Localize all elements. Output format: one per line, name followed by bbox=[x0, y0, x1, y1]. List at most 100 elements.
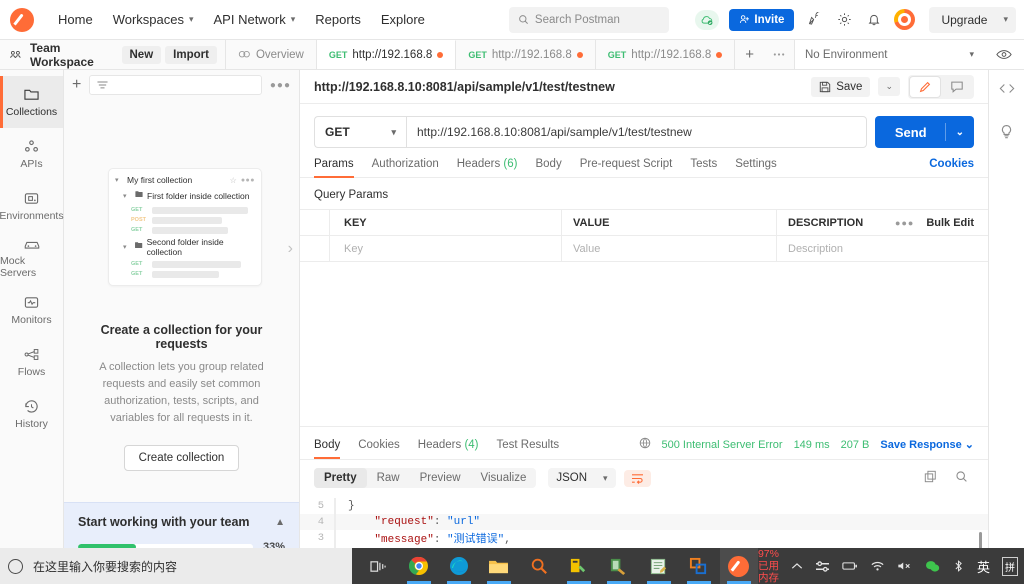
wrap-lines-icon[interactable] bbox=[624, 470, 651, 487]
tab-request-1[interactable]: GET http://192.168.8 bbox=[317, 40, 456, 69]
task-view-icon[interactable] bbox=[360, 548, 398, 584]
satellite-icon[interactable] bbox=[804, 10, 824, 30]
upgrade-button[interactable]: Upgrade ▾ bbox=[929, 7, 1016, 33]
pencil-icon[interactable] bbox=[910, 77, 940, 97]
save-response-button[interactable]: Save Response ⌄ bbox=[880, 438, 974, 451]
editor-icon[interactable] bbox=[560, 548, 598, 584]
comment-icon[interactable] bbox=[942, 77, 972, 97]
create-collection-button[interactable]: Create collection bbox=[124, 445, 240, 471]
tab-request-3[interactable]: GET http://192.168.8 bbox=[596, 40, 735, 69]
new-button[interactable]: New bbox=[122, 46, 162, 64]
environment-quick-look-button[interactable] bbox=[984, 40, 1024, 69]
tools-icon[interactable] bbox=[600, 548, 638, 584]
sidebar-item-collections[interactable]: Collections bbox=[0, 76, 63, 128]
volume-mute-icon[interactable] bbox=[897, 560, 913, 572]
response-tab-test-results[interactable]: Test Results bbox=[497, 439, 560, 458]
sidebar-item-mock-servers[interactable]: Mock Servers bbox=[0, 232, 63, 284]
taskbar-search-input[interactable]: 在这里输入你要搜索的内容 bbox=[0, 548, 352, 584]
wifi-icon[interactable] bbox=[870, 560, 885, 572]
value-input[interactable]: Value bbox=[562, 236, 777, 261]
chevron-up-icon[interactable] bbox=[791, 562, 803, 571]
http-method-select[interactable]: GET ▾ bbox=[314, 116, 406, 148]
cortana-circle-icon[interactable] bbox=[8, 559, 23, 574]
add-icon[interactable]: + bbox=[72, 77, 81, 93]
sidebar-item-monitors[interactable]: Monitors bbox=[0, 284, 63, 336]
sidebar-item-flows[interactable]: Flows bbox=[0, 336, 63, 388]
workspace-and-tab-bar: Team Workspace New Import Overview GET h… bbox=[0, 40, 1024, 70]
import-button[interactable]: Import bbox=[165, 46, 217, 64]
response-tab-body[interactable]: Body bbox=[314, 439, 340, 458]
request-method-label: GET bbox=[131, 207, 147, 213]
vmware-icon[interactable] bbox=[680, 548, 718, 584]
search-input[interactable]: Search Postman bbox=[509, 7, 669, 33]
nav-item-api-network[interactable]: API Network ▾ bbox=[204, 6, 306, 33]
cloud-sync-icon[interactable] bbox=[695, 10, 719, 30]
postman-logo-icon[interactable] bbox=[10, 8, 34, 32]
invite-button[interactable]: Invite bbox=[729, 9, 794, 31]
bell-icon[interactable] bbox=[864, 10, 884, 30]
view-preview[interactable]: Preview bbox=[410, 468, 471, 488]
tab-body[interactable]: Body bbox=[535, 158, 561, 177]
tab-headers[interactable]: Headers (6) bbox=[457, 158, 518, 177]
postman-icon[interactable] bbox=[720, 548, 758, 584]
copy-icon[interactable] bbox=[924, 470, 937, 486]
sidebar-item-history[interactable]: History bbox=[0, 388, 63, 440]
ime-language-indicator[interactable]: 英 bbox=[977, 557, 990, 576]
nav-item-reports[interactable]: Reports bbox=[305, 6, 371, 33]
code-snippet-icon[interactable] bbox=[999, 82, 1015, 98]
response-language-select[interactable]: JSON ▾ bbox=[548, 468, 615, 488]
view-pretty[interactable]: Pretty bbox=[314, 468, 367, 488]
chrome-icon[interactable] bbox=[400, 548, 438, 584]
tab-params[interactable]: Params bbox=[314, 158, 354, 177]
nav-item-explore[interactable]: Explore bbox=[371, 6, 435, 33]
rail-label: History bbox=[15, 418, 48, 430]
sliders-icon[interactable] bbox=[815, 560, 830, 573]
add-tab-icon[interactable]: + bbox=[735, 40, 764, 69]
nav-item-home[interactable]: Home bbox=[48, 6, 103, 33]
tab-overview[interactable]: Overview bbox=[226, 40, 317, 69]
column-options-icon[interactable]: ●●● bbox=[883, 218, 926, 228]
more-options-icon[interactable]: ●●● bbox=[270, 80, 291, 91]
bulk-edit-button[interactable]: Bulk Edit bbox=[926, 217, 988, 229]
response-tab-headers[interactable]: Headers (4) bbox=[418, 439, 479, 458]
view-visualize[interactable]: Visualize bbox=[471, 468, 537, 488]
tab-more-icon[interactable] bbox=[764, 40, 794, 69]
tab-settings[interactable]: Settings bbox=[735, 158, 777, 177]
wechat-icon[interactable] bbox=[925, 560, 940, 573]
url-input[interactable]: http://192.168.8.10:8081/api/sample/v1/t… bbox=[406, 116, 867, 148]
save-options-button[interactable]: ⌄ bbox=[878, 77, 900, 96]
tab-request-2[interactable]: GET http://192.168.8 bbox=[456, 40, 595, 69]
file-explorer-icon[interactable] bbox=[480, 548, 518, 584]
send-options-caret[interactable]: ⌄ bbox=[946, 127, 974, 138]
tab-tests[interactable]: Tests bbox=[690, 158, 717, 177]
row-checkbox-cell[interactable] bbox=[300, 236, 330, 261]
cookies-link[interactable]: Cookies bbox=[929, 158, 974, 177]
environment-selector[interactable]: No Environment ▾ bbox=[794, 40, 984, 69]
sidebar-item-apis[interactable]: APIs bbox=[0, 128, 63, 180]
response-tab-cookies[interactable]: Cookies bbox=[358, 439, 400, 458]
everything-search-icon[interactable] bbox=[520, 548, 558, 584]
battery-icon[interactable] bbox=[842, 561, 858, 571]
table-row[interactable]: Key Value Description bbox=[300, 236, 988, 262]
key-input[interactable]: Key bbox=[330, 236, 562, 261]
tab-authorization[interactable]: Authorization bbox=[372, 158, 439, 177]
search-icon[interactable] bbox=[955, 470, 968, 486]
save-button[interactable]: Save bbox=[811, 77, 870, 97]
memory-indicator[interactable]: 97% 已用内存 bbox=[758, 548, 779, 584]
gear-icon[interactable] bbox=[834, 10, 854, 30]
bluetooth-icon[interactable] bbox=[952, 559, 965, 573]
notepad-icon[interactable] bbox=[640, 548, 678, 584]
nav-item-workspaces[interactable]: Workspaces ▾ bbox=[103, 6, 204, 33]
description-input[interactable]: Description bbox=[777, 236, 988, 261]
user-avatar[interactable] bbox=[894, 9, 915, 30]
ime-mode-indicator[interactable]: 拼 bbox=[1002, 557, 1018, 576]
filter-input[interactable] bbox=[89, 75, 262, 95]
sidebar-item-environments[interactable]: Environments bbox=[0, 180, 63, 232]
view-raw[interactable]: Raw bbox=[367, 468, 410, 488]
chevron-up-icon[interactable]: ▲ bbox=[275, 517, 285, 528]
tab-pre-request-script[interactable]: Pre-request Script bbox=[580, 158, 673, 177]
send-button[interactable]: Send ⌄ bbox=[875, 116, 974, 148]
status-badge: 500 Internal Server Error bbox=[662, 439, 783, 451]
edge-icon[interactable] bbox=[440, 548, 478, 584]
lightbulb-icon[interactable] bbox=[999, 124, 1014, 143]
